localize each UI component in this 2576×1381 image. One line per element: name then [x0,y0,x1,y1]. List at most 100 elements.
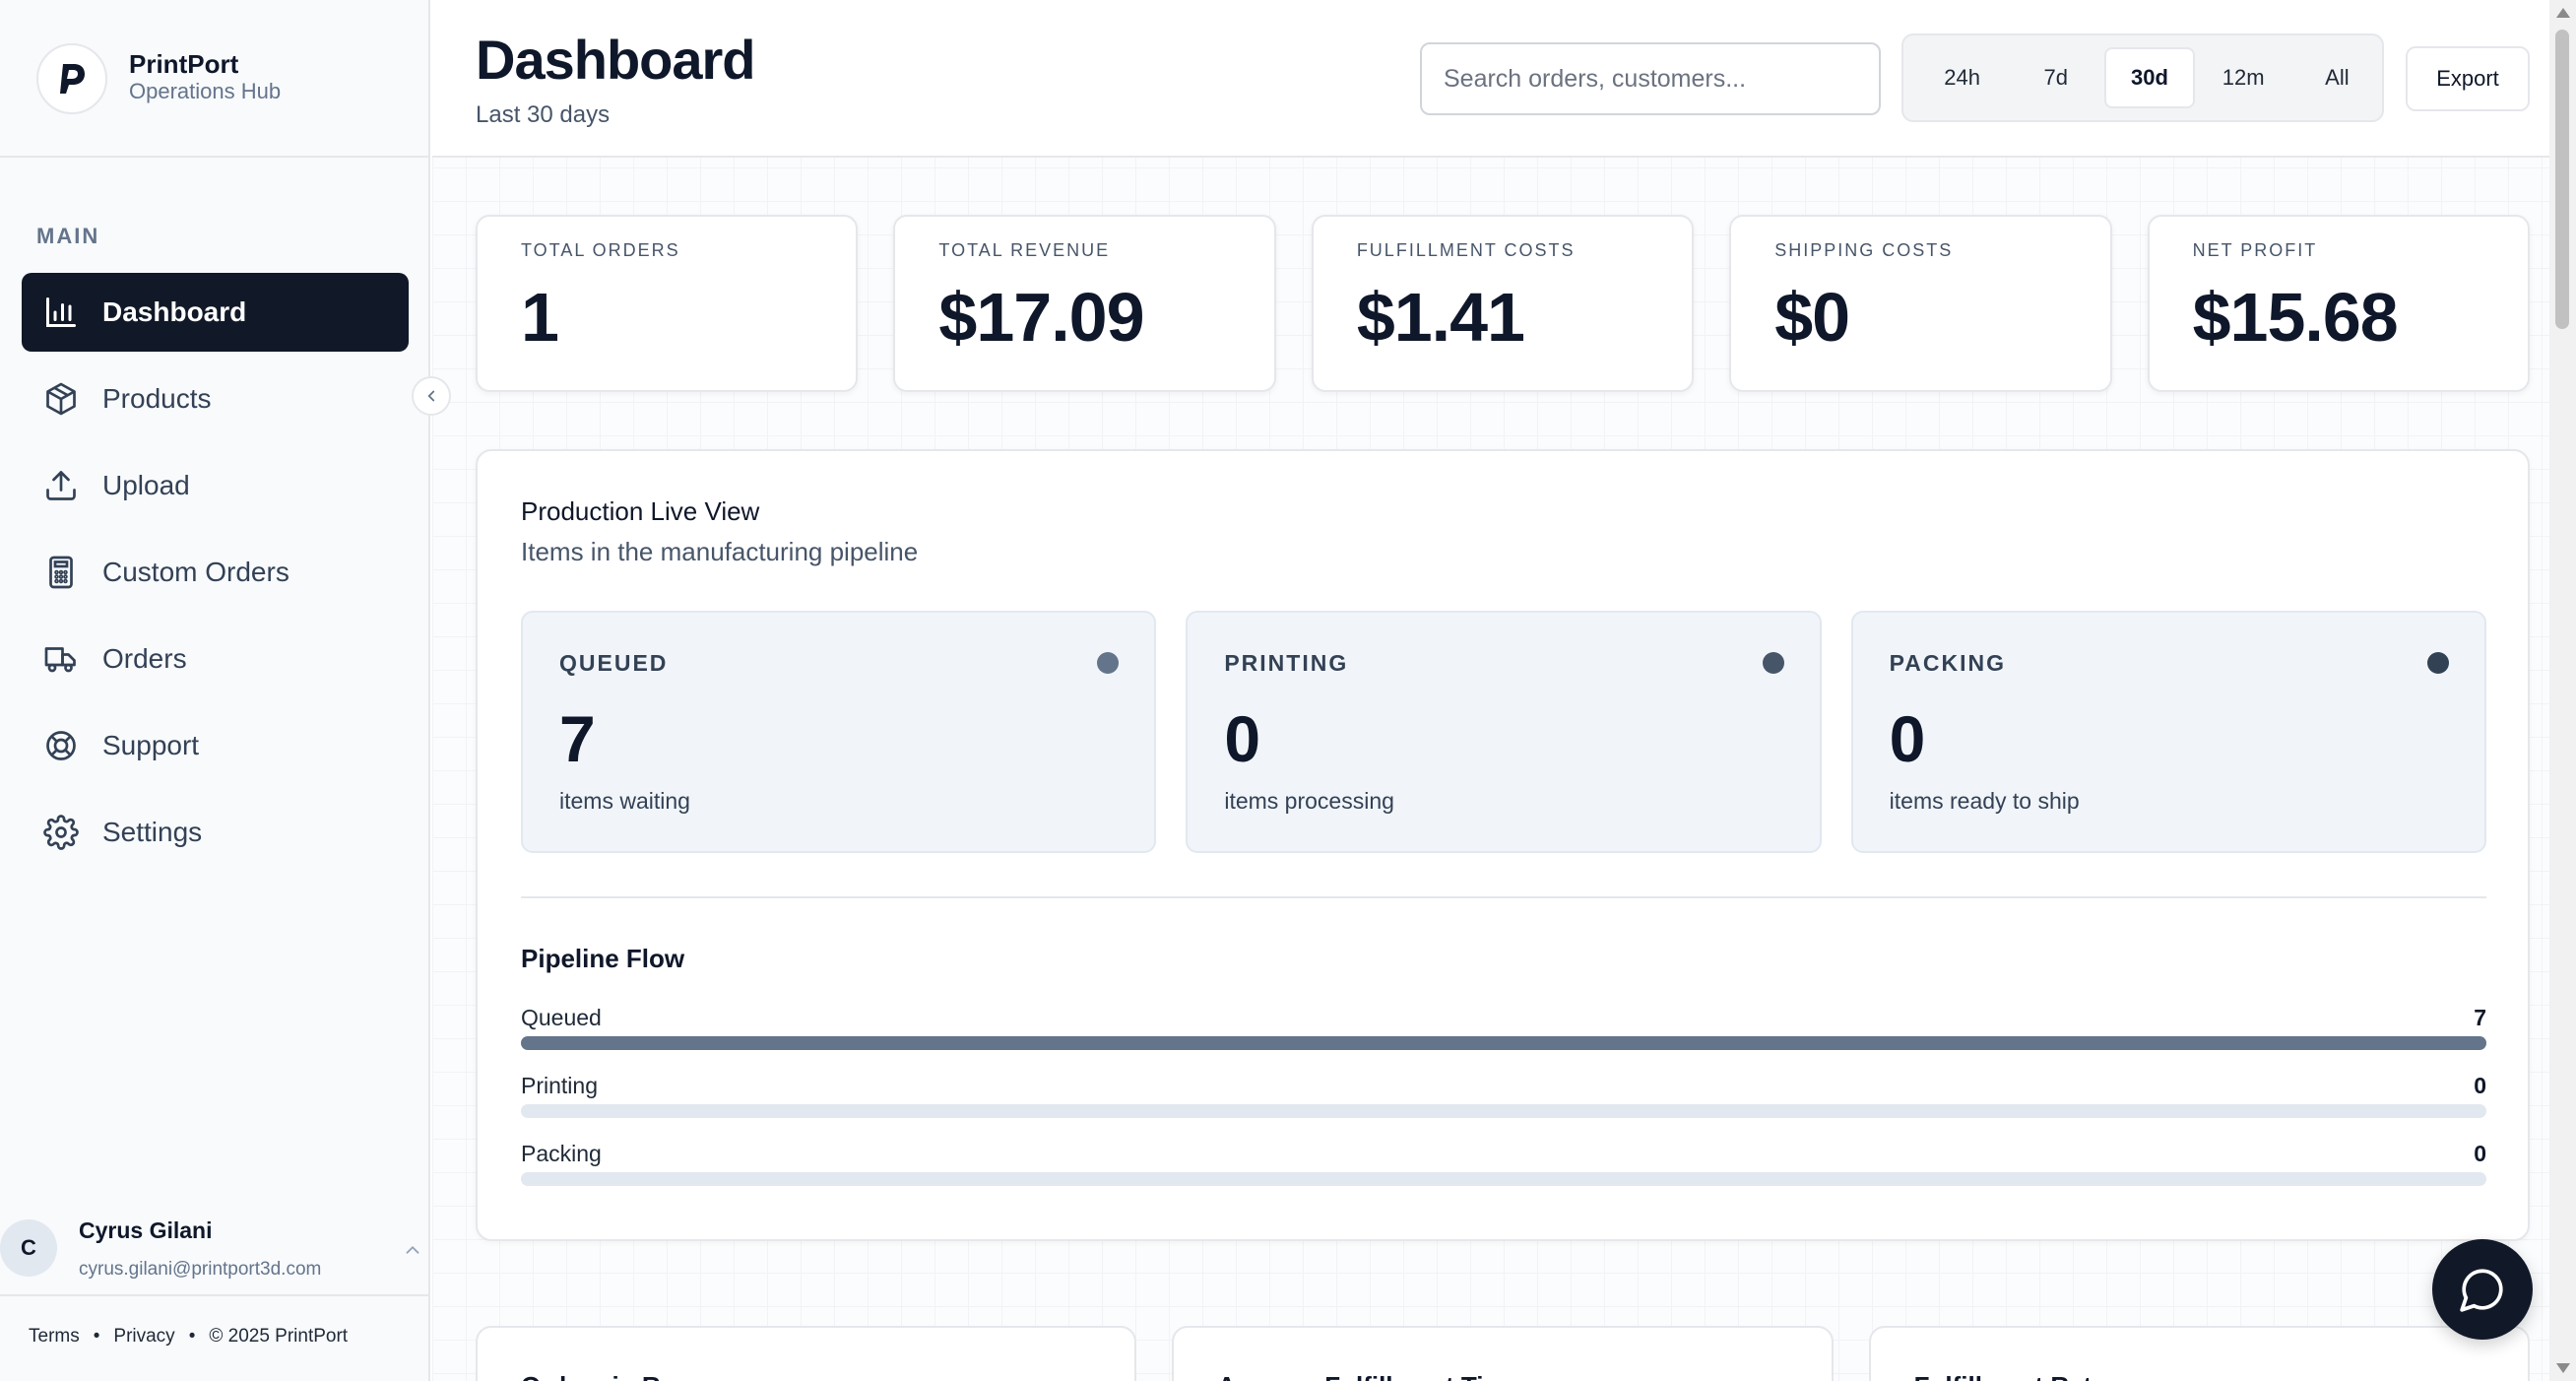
main-content: Dashboard Last 30 days 24h 7d 30d 12m Al… [432,0,2549,1381]
flow-count: 0 [2474,1141,2486,1166]
kpi-label: SHIPPING COSTS [1774,240,1954,260]
stage-card-packing: PACKING 0 items ready to ship [1850,611,2486,853]
sidebar-item-orders[interactable]: Orders [22,620,409,698]
progress-track [521,1104,2486,1118]
kpi-value: 1 [521,279,559,356]
chevron-up-icon[interactable] [402,1239,423,1266]
kpi-card-total-revenue: TOTAL REVENUE $17.09 [893,215,1276,392]
terms-link[interactable]: Terms [29,1326,80,1348]
progress-track [521,1036,2486,1050]
card-title: Fulfillment Rat... [1914,1371,2113,1381]
sidebar-nav: Dashboard Products Upload Custom Orders … [22,273,409,880]
fulfillment-rate-card: Fulfillment Rat... [1868,1326,2530,1381]
export-button[interactable]: Export [2406,46,2530,111]
kpi-label: TOTAL REVENUE [938,240,1111,260]
sidebar-item-label: Products [102,383,212,414]
sidebar-item-dashboard[interactable]: Dashboard [22,273,409,352]
status-dot [1762,652,1784,674]
footer-separator: • [188,1326,196,1347]
sidebar-item-label: Custom Orders [102,557,290,587]
flow-count: 7 [2474,1005,2486,1030]
kpi-label: FULFILLMENT COSTS [1356,240,1576,260]
panel-subtitle: Items in the manufacturing pipeline [521,537,919,566]
printport-logo-icon[interactable] [36,43,107,114]
flow-label: Queued [521,1005,602,1030]
kpi-value: $17.09 [938,279,1144,356]
progress-track [521,1172,2486,1186]
stage-cards: QUEUED 7 items waiting PRINTING 0 items … [521,611,2486,853]
range-24h-button[interactable]: 24h [1917,47,2007,108]
panel-title: Production Live View [521,496,760,526]
gear-icon [43,815,79,850]
brand-subtitle: Operations Hub [129,79,282,103]
calculator-icon [43,555,79,590]
stage-count: 0 [1889,702,1926,775]
kpi-value: $15.68 [2192,279,2399,356]
range-all-button[interactable]: All [2292,47,2382,108]
time-range-selector: 24h 7d 30d 12m All [1901,33,2384,122]
stage-name: PRINTING [1224,650,1349,676]
lower-cards-row: Orders in R... Average Fulfillment Ti...… [476,1326,2530,1381]
stage-card-queued: QUEUED 7 items waiting [521,611,1157,853]
stage-card-printing: PRINTING 0 items processing [1186,611,1822,853]
stage-count: 0 [1224,702,1261,775]
sidebar: PrintPort Operations Hub MAIN Dashboard … [0,0,430,1381]
range-30d-button[interactable]: 30d [2104,47,2195,108]
flow-row-printing: Printing 0 [521,1073,2486,1141]
copyright-text: © 2025 PrintPort [209,1326,349,1347]
sidebar-item-label: Upload [102,470,190,500]
footer-separator: • [93,1326,100,1347]
range-12m-button[interactable]: 12m [2199,47,2288,108]
page-subtitle: Last 30 days [476,101,611,128]
card-title: Orders in R... [521,1371,681,1381]
privacy-link[interactable]: Privacy [113,1326,174,1348]
sidebar-item-label: Dashboard [102,296,247,327]
user-name: Cyrus Gilani [79,1217,213,1243]
stage-description: items waiting [559,788,690,814]
scroll-down-arrow-icon[interactable] [2556,1363,2570,1373]
flow-label: Packing [521,1141,602,1166]
kpi-card-net-profit: NET PROFIT $15.68 [2147,215,2531,392]
lifebuoy-icon [43,728,79,763]
sidebar-item-label: Orders [102,643,187,674]
sidebar-collapse-button[interactable] [412,376,451,416]
vertical-scrollbar[interactable] [2549,0,2576,1381]
stage-description: items processing [1224,788,1394,814]
divider [521,896,2486,898]
flow-row-packing: Packing 0 [521,1141,2486,1209]
brand-header: PrintPort Operations Hub [0,0,430,158]
stage-name: PACKING [1889,650,2007,676]
kpi-label: TOTAL ORDERS [521,240,680,260]
flow-label: Printing [521,1073,598,1098]
kpi-card-shipping-costs: SHIPPING COSTS $0 [1729,215,2112,392]
pipeline-flow: Queued 7 Printing 0 Packing 0 [521,1005,2486,1209]
search-input[interactable] [1420,42,1881,115]
average-fulfillment-card: Average Fulfillment Ti... [1172,1326,1834,1381]
sidebar-item-upload[interactable]: Upload [22,446,409,525]
scrollbar-thumb[interactable] [2555,30,2569,329]
sidebar-item-label: Support [102,730,200,760]
scroll-up-arrow-icon[interactable] [2556,8,2570,18]
pipeline-flow-title: Pipeline Flow [521,944,685,973]
sidebar-item-support[interactable]: Support [22,706,409,785]
stage-description: items ready to ship [1889,788,2080,814]
status-dot [2426,652,2449,674]
chat-button[interactable] [2432,1239,2533,1340]
sidebar-item-settings[interactable]: Settings [22,793,409,872]
user-profile[interactable]: C Cyrus Gilani cyrus.gilani@printport3d.… [0,1204,430,1296]
box-icon [43,381,79,417]
stage-count: 7 [559,702,596,775]
chat-bubble-icon [2460,1269,2503,1312]
kpi-label: NET PROFIT [2192,240,2318,260]
avatar: C [0,1219,57,1277]
range-7d-button[interactable]: 7d [2011,47,2100,108]
upload-icon [43,468,79,503]
sidebar-item-products[interactable]: Products [22,360,409,438]
kpi-value: $1.41 [1356,279,1525,356]
brand-name: PrintPort [129,49,239,79]
sidebar-item-custom-orders[interactable]: Custom Orders [22,533,409,612]
sidebar-item-label: Settings [102,817,203,847]
truck-icon [43,641,79,677]
flow-row-queued: Queued 7 [521,1005,2486,1073]
card-title: Average Fulfillment Ti... [1217,1371,1505,1381]
